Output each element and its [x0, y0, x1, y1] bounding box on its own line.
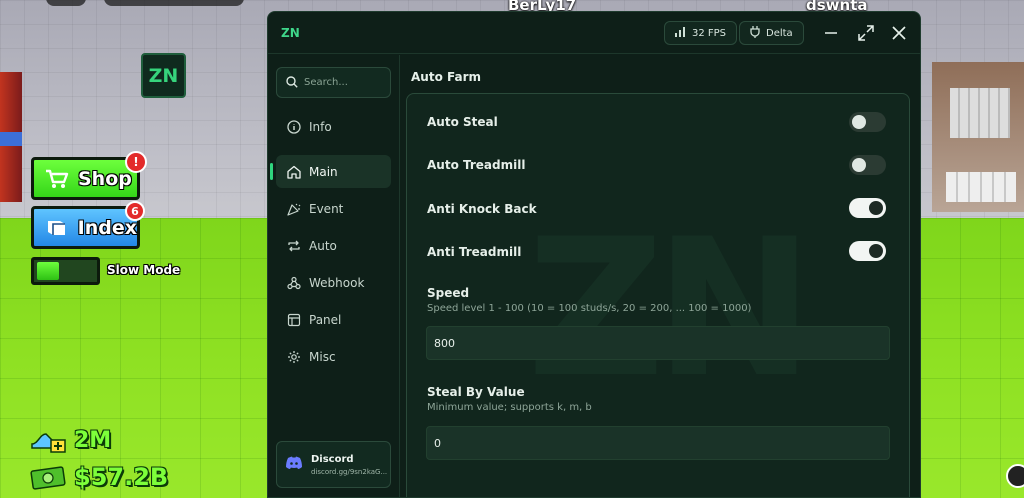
sidebar-item-auto[interactable]: Auto	[276, 229, 391, 262]
sidebar-item-misc[interactable]: Misc	[276, 340, 391, 373]
fps-chip: 32 FPS	[664, 21, 738, 45]
minimize-icon[interactable]	[821, 23, 841, 43]
chat-bubble-icon[interactable]	[1006, 464, 1024, 488]
search-box[interactable]	[276, 67, 391, 98]
section-title: Auto Farm	[411, 70, 482, 84]
search-icon	[286, 73, 298, 92]
slow-mode-toggle[interactable]	[31, 257, 100, 285]
discord-link: discord.gg/9sn2kaG...	[311, 467, 388, 476]
index-label: Index	[77, 216, 137, 239]
steal-by-value-input[interactable]	[426, 426, 890, 460]
shop-label: Shop	[78, 167, 132, 190]
money-icon	[28, 462, 68, 492]
steal-by-value-label: Steal By Value	[427, 385, 525, 399]
discord-title: Discord	[311, 453, 354, 465]
gear-icon	[287, 350, 301, 364]
speed-stat-value: 2M	[74, 427, 112, 453]
sidebar-item-label: Event	[309, 201, 344, 216]
slow-mode-label: Slow Mode	[107, 263, 181, 277]
window-logo: ZN	[281, 26, 300, 40]
toggle-label-auto-steal: Auto Steal	[427, 115, 498, 129]
shop-button[interactable]: Shop	[31, 157, 140, 200]
sidebar-item-info[interactable]: Info	[276, 110, 391, 143]
sidebar-item-event[interactable]: Event	[276, 192, 391, 225]
sidebar-item-label: Main	[309, 164, 338, 179]
signal-bars-icon	[675, 26, 686, 40]
toggle-knob	[852, 158, 866, 172]
close-icon[interactable]	[889, 23, 909, 43]
slow-mode-knob	[37, 262, 59, 280]
maximize-icon[interactable]	[856, 23, 876, 43]
sidebar-item-panel[interactable]: Panel	[276, 303, 391, 336]
executor-chip: Delta	[739, 21, 804, 45]
sneaker-icon	[28, 425, 68, 455]
home-icon	[287, 165, 301, 179]
toggle-knob	[852, 115, 866, 129]
anti-treadmill-toggle[interactable]	[849, 241, 886, 261]
discord-icon	[285, 455, 303, 474]
auto-steal-toggle[interactable]	[849, 112, 886, 132]
game-topbar-element	[104, 0, 244, 6]
info-icon	[287, 119, 301, 134]
panel-icon	[287, 313, 301, 327]
toggle-label-anti-treadmill: Anti Treadmill	[427, 245, 522, 259]
game-building	[932, 62, 1024, 212]
shop-alert-badge: !	[125, 151, 147, 173]
party-icon	[287, 202, 301, 216]
sidebar: Info Main Event Auto Webhook	[268, 55, 400, 497]
zn-logo-button[interactable]: ZN	[141, 53, 186, 98]
repeat-icon	[287, 239, 301, 253]
fps-label: 32 FPS	[692, 27, 727, 39]
speed-label: Speed	[427, 286, 470, 300]
game-topbar-element	[46, 0, 86, 6]
book-icon	[44, 217, 70, 239]
executor-label: Delta	[766, 27, 793, 39]
zn-logo-text: ZN	[148, 64, 179, 87]
window-header[interactable]: ZN 32 FPS Delta	[268, 12, 920, 54]
search-input[interactable]	[304, 77, 384, 88]
webhook-icon	[287, 276, 301, 290]
steal-by-value-description: Minimum value; supports k, m, b	[427, 402, 592, 413]
plug-icon	[750, 25, 760, 41]
cart-icon	[44, 168, 70, 190]
speed-stat: 2M	[28, 425, 111, 455]
sidebar-item-main[interactable]: Main	[270, 155, 391, 188]
cash-stat: $57.2B	[28, 462, 168, 492]
sidebar-item-webhook[interactable]: Webhook	[276, 266, 391, 299]
sidebar-item-label: Panel	[309, 312, 342, 327]
index-button[interactable]: Index	[31, 206, 140, 249]
sidebar-item-label: Info	[309, 119, 332, 134]
discord-card[interactable]: Discord discord.gg/9sn2kaG...	[276, 441, 391, 488]
toggle-knob	[869, 244, 883, 258]
auto-treadmill-toggle[interactable]	[849, 155, 886, 175]
anti-knock-back-toggle[interactable]	[849, 198, 886, 218]
game-pillar	[0, 72, 22, 202]
sidebar-item-label: Misc	[309, 349, 336, 364]
toggle-label-auto-treadmill: Auto Treadmill	[427, 158, 526, 172]
sidebar-item-label: Webhook	[309, 275, 365, 290]
cash-stat-value: $57.2B	[74, 463, 169, 491]
toggle-label-anti-knock-back: Anti Knock Back	[427, 202, 537, 216]
speed-input[interactable]	[426, 326, 890, 360]
script-window: ZN 32 FPS Delta Search... Info Main Even…	[267, 11, 921, 498]
discord-text: Discord discord.gg/9sn2kaG...	[311, 454, 387, 476]
sidebar-item-label: Auto	[309, 238, 337, 253]
toggle-knob	[869, 201, 883, 215]
index-count-badge: 6	[125, 201, 145, 221]
auto-farm-panel: ZN Auto Steal Auto Treadmill Anti Knock …	[406, 93, 910, 497]
speed-description: Speed level 1 - 100 (10 = 100 studs/s, 2…	[427, 303, 752, 314]
